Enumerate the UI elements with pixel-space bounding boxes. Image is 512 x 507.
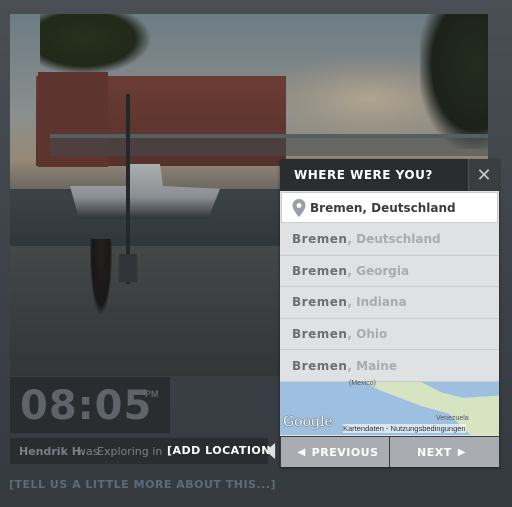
previous-button[interactable]: ◀ PREVIOUS [281, 437, 389, 467]
result-city: Bremen [292, 263, 348, 278]
time-ampm: PM [145, 389, 159, 399]
previous-label: PREVIOUS [311, 445, 379, 459]
activity-text: Exploring in [97, 445, 163, 458]
popup-pointer-icon [266, 443, 275, 459]
result-region: , Deutschland [347, 232, 441, 247]
map-pin-icon [292, 199, 306, 217]
location-result[interactable]: Bremen, Ohio [280, 318, 499, 351]
map-credit-link[interactable]: Kartendaten - Nutzungsbedingungen [343, 424, 466, 433]
tell-more-link[interactable]: [TELL US A LITTLE MORE ABOUT THIS...] [9, 478, 276, 491]
location-result[interactable]: Bremen, Indiana [280, 287, 499, 319]
result-region: , Indiana [347, 295, 407, 310]
location-result[interactable]: Bremen, Georgia [280, 255, 499, 288]
add-location-link[interactable]: [ADD LOCATION] [167, 444, 277, 457]
result-city: Bremen [292, 232, 348, 247]
close-icon: ✕ [476, 165, 492, 185]
next-label: NEXT [417, 445, 452, 459]
location-result[interactable]: Bremen, Deutschland [280, 224, 499, 256]
result-city: Bremen [292, 295, 348, 310]
map-label-mexico: (Mexico) [349, 380, 376, 387]
info-was-text: was [77, 445, 99, 458]
location-result[interactable]: Bremen, Maine [280, 350, 499, 382]
location-search-input[interactable] [310, 199, 490, 217]
user-name[interactable]: Hendrik H. [19, 445, 85, 458]
result-region: , Ohio [347, 327, 388, 342]
result-region: , Georgia [347, 263, 410, 278]
map-label-venezuela: Venezuela [436, 415, 469, 422]
time-value: 08:05 [20, 383, 153, 429]
result-city: Bremen [292, 327, 348, 342]
close-button[interactable]: ✕ [468, 159, 499, 191]
google-logo[interactable]: Google [283, 414, 333, 430]
result-region: , Maine [347, 358, 397, 373]
chevron-left-icon: ◀ [297, 446, 306, 458]
next-button[interactable]: NEXT ▶ [390, 437, 499, 467]
result-city: Bremen [292, 358, 348, 373]
location-results: Bremen, Deutschland Bremen, Georgia Brem… [280, 224, 499, 382]
chevron-right-icon: ▶ [457, 446, 466, 458]
popup-title: WHERE WERE YOU? [294, 168, 433, 182]
